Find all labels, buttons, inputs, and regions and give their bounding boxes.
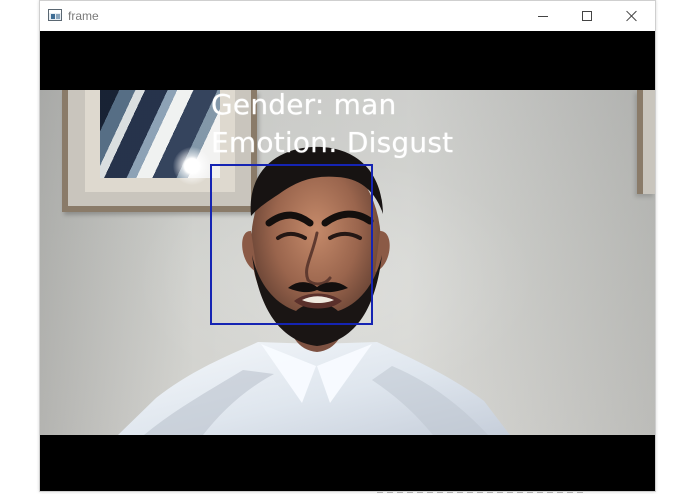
window-titlebar[interactable]: frame (40, 1, 655, 31)
close-icon (625, 9, 639, 23)
video-frame: Gender: man Emotion: Disgust (40, 31, 655, 491)
screenshot-stage: frame Gender: man Emotion: Disgust (0, 0, 695, 494)
frame-window: frame Gender: man Emotion: Disgust (39, 0, 656, 492)
maximize-icon (582, 11, 592, 21)
application-window-icon (48, 9, 62, 21)
close-button[interactable] (610, 1, 655, 31)
right-wall-frame (637, 90, 655, 194)
window-title: frame (68, 9, 99, 23)
emotion-label: Emotion: Disgust (211, 126, 454, 159)
gender-label: Gender: man (211, 88, 397, 121)
minimize-icon (538, 16, 548, 17)
minimize-button[interactable] (520, 1, 565, 31)
face-detection-box (210, 164, 373, 325)
maximize-button[interactable] (565, 1, 610, 31)
window-controls (520, 1, 655, 31)
